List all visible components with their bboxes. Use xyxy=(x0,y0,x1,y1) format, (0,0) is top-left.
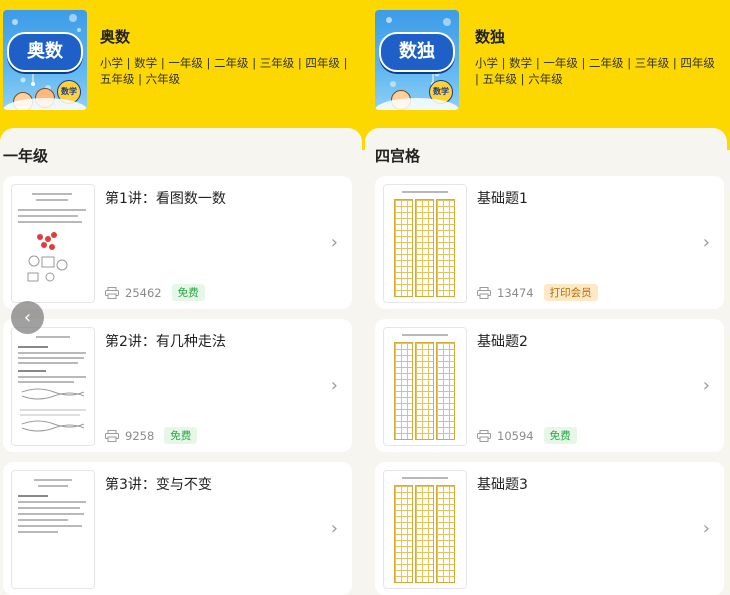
section-title: 一年级 xyxy=(3,147,49,165)
lesson-card[interactable]: 第2讲：有几种走法 › 9258 免费 xyxy=(3,319,352,452)
printer-icon xyxy=(105,429,119,442)
lesson-stats: 9258 免费 xyxy=(105,427,198,444)
worksheet-thumbnail xyxy=(383,327,467,446)
lesson-card[interactable]: 第1讲：看图数一数 › 25462 免费 xyxy=(3,176,352,309)
print-count: 13474 xyxy=(497,285,534,300)
chevron-right-icon[interactable]: › xyxy=(703,375,710,396)
print-count: 25462 xyxy=(125,285,162,300)
lesson-thumbnail xyxy=(11,470,95,589)
course-tags: 小学 | 数学 | 一年级 | 二年级 | 三年级 | 四年级 | 五年级 | … xyxy=(100,56,348,86)
cover-title: 奥数 xyxy=(7,32,83,72)
course-title: 奥数 xyxy=(100,28,131,46)
worksheet-card[interactable]: 基础题1 › 13474 打印会员 xyxy=(375,176,724,309)
course-title: 数独 xyxy=(475,28,506,46)
worksheet-thumbnail xyxy=(383,470,467,589)
course-cover[interactable]: 奥数 数学 xyxy=(3,10,87,110)
lesson-title: 第1讲：看图数一数 xyxy=(105,191,226,207)
free-badge: 免费 xyxy=(171,284,205,301)
course-tags: 小学 | 数学 | 一年级 | 二年级 | 三年级 | 四年级 | 五年级 | … xyxy=(475,56,715,86)
lesson-thumbnail xyxy=(11,184,95,303)
chevron-right-icon[interactable]: › xyxy=(331,518,338,539)
course-panel-aoshu: 奥数 数学 奥数 小学 | 数学 | 一年级 | 二年级 | 三年级 | 四年级… xyxy=(0,0,362,595)
cover-title: 数独 xyxy=(379,32,455,72)
vip-badge: 打印会员 xyxy=(543,284,598,301)
course-cover[interactable]: 数独 数学 xyxy=(375,10,459,110)
lesson-stats: 25462 免费 xyxy=(105,284,205,301)
worksheet-title: 基础题1 xyxy=(477,191,528,207)
worksheet-title: 基础题2 xyxy=(477,334,528,350)
printer-icon xyxy=(477,429,491,442)
worksheet-card[interactable]: 基础题2 › 10594 免费 xyxy=(375,319,724,452)
course-header[interactable]: 奥数 数学 奥数 小学 | 数学 | 一年级 | 二年级 | 三年级 | 四年级… xyxy=(0,0,362,130)
worksheet-title: 基础题3 xyxy=(477,477,528,493)
worksheet-stats: 10594 免费 xyxy=(477,427,577,444)
chevron-right-icon[interactable]: › xyxy=(331,375,338,396)
lesson-title: 第3讲：变与不变 xyxy=(105,477,212,493)
print-count: 9258 xyxy=(125,428,155,443)
course-panel-sudoku: 数独 数学 数独 小学 | 数学 | 一年级 | 二年级 | 三年级 | 四年级… xyxy=(365,0,727,595)
chevron-right-icon[interactable]: › xyxy=(703,518,710,539)
worksheet-thumbnail xyxy=(383,184,467,303)
print-count: 10594 xyxy=(497,428,534,443)
lesson-card[interactable]: 第3讲：变与不变 › xyxy=(3,462,352,595)
free-badge: 免费 xyxy=(164,427,198,444)
section-title: 四宫格 xyxy=(375,147,421,165)
printer-icon xyxy=(105,286,119,299)
back-button[interactable]: ‹ xyxy=(11,301,44,334)
worksheet-stats: 13474 打印会员 xyxy=(477,284,598,301)
free-badge: 免费 xyxy=(543,427,577,444)
lesson-title: 第2讲：有几种走法 xyxy=(105,334,226,350)
course-header[interactable]: 数独 数学 数独 小学 | 数学 | 一年级 | 二年级 | 三年级 | 四年级… xyxy=(365,0,727,130)
lesson-thumbnail xyxy=(11,327,95,446)
chevron-right-icon[interactable]: › xyxy=(331,232,338,253)
worksheet-card[interactable]: 基础题3 › xyxy=(375,462,724,595)
chevron-right-icon[interactable]: › xyxy=(703,232,710,253)
printer-icon xyxy=(477,286,491,299)
